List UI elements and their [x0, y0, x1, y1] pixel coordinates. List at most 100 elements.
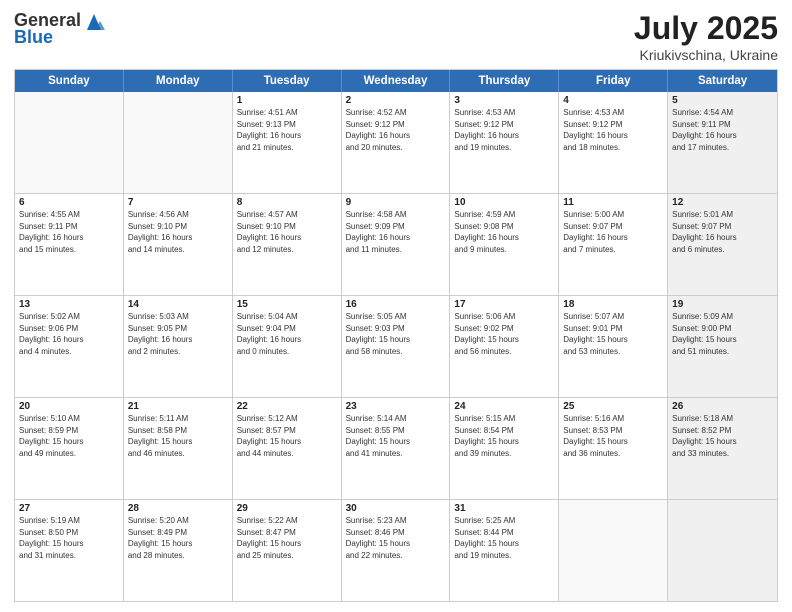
day-number: 26 [672, 401, 773, 412]
calendar-cell: 22Sunrise: 5:12 AM Sunset: 8:57 PM Dayli… [233, 398, 342, 499]
day-number: 19 [672, 299, 773, 310]
day-number: 13 [19, 299, 119, 310]
calendar-header-cell-wednesday: Wednesday [342, 70, 451, 92]
day-info: Sunrise: 4:54 AM Sunset: 9:11 PM Dayligh… [672, 107, 773, 153]
calendar-header-cell-thursday: Thursday [450, 70, 559, 92]
day-info: Sunrise: 5:04 AM Sunset: 9:04 PM Dayligh… [237, 311, 337, 357]
header: General Blue July 2025 Kriukivschina, Uk… [14, 10, 778, 63]
calendar-cell [15, 92, 124, 193]
calendar-cell: 6Sunrise: 4:55 AM Sunset: 9:11 PM Daylig… [15, 194, 124, 295]
day-info: Sunrise: 4:57 AM Sunset: 9:10 PM Dayligh… [237, 209, 337, 255]
day-number: 21 [128, 401, 228, 412]
day-info: Sunrise: 5:06 AM Sunset: 9:02 PM Dayligh… [454, 311, 554, 357]
day-number: 22 [237, 401, 337, 412]
calendar-cell: 9Sunrise: 4:58 AM Sunset: 9:09 PM Daylig… [342, 194, 451, 295]
day-number: 14 [128, 299, 228, 310]
day-number: 27 [19, 503, 119, 514]
day-info: Sunrise: 4:53 AM Sunset: 9:12 PM Dayligh… [563, 107, 663, 153]
logo: General Blue [14, 10, 105, 48]
day-info: Sunrise: 5:23 AM Sunset: 8:46 PM Dayligh… [346, 515, 446, 561]
calendar-cell: 20Sunrise: 5:10 AM Sunset: 8:59 PM Dayli… [15, 398, 124, 499]
calendar-cell [559, 500, 668, 601]
calendar-cell: 18Sunrise: 5:07 AM Sunset: 9:01 PM Dayli… [559, 296, 668, 397]
calendar-row-4: 27Sunrise: 5:19 AM Sunset: 8:50 PM Dayli… [15, 500, 777, 601]
calendar-cell: 19Sunrise: 5:09 AM Sunset: 9:00 PM Dayli… [668, 296, 777, 397]
calendar-cell: 13Sunrise: 5:02 AM Sunset: 9:06 PM Dayli… [15, 296, 124, 397]
day-number: 4 [563, 95, 663, 106]
calendar-cell: 21Sunrise: 5:11 AM Sunset: 8:58 PM Dayli… [124, 398, 233, 499]
calendar-cell: 29Sunrise: 5:22 AM Sunset: 8:47 PM Dayli… [233, 500, 342, 601]
day-info: Sunrise: 5:22 AM Sunset: 8:47 PM Dayligh… [237, 515, 337, 561]
day-info: Sunrise: 4:55 AM Sunset: 9:11 PM Dayligh… [19, 209, 119, 255]
calendar-cell: 27Sunrise: 5:19 AM Sunset: 8:50 PM Dayli… [15, 500, 124, 601]
calendar-cell: 28Sunrise: 5:20 AM Sunset: 8:49 PM Dayli… [124, 500, 233, 601]
day-number: 25 [563, 401, 663, 412]
day-number: 15 [237, 299, 337, 310]
day-number: 30 [346, 503, 446, 514]
calendar-cell: 3Sunrise: 4:53 AM Sunset: 9:12 PM Daylig… [450, 92, 559, 193]
day-number: 23 [346, 401, 446, 412]
day-info: Sunrise: 5:10 AM Sunset: 8:59 PM Dayligh… [19, 413, 119, 459]
day-number: 2 [346, 95, 446, 106]
day-number: 6 [19, 197, 119, 208]
day-number: 20 [19, 401, 119, 412]
calendar-cell: 17Sunrise: 5:06 AM Sunset: 9:02 PM Dayli… [450, 296, 559, 397]
calendar-cell: 2Sunrise: 4:52 AM Sunset: 9:12 PM Daylig… [342, 92, 451, 193]
calendar-cell: 24Sunrise: 5:15 AM Sunset: 8:54 PM Dayli… [450, 398, 559, 499]
calendar-row-2: 13Sunrise: 5:02 AM Sunset: 9:06 PM Dayli… [15, 296, 777, 398]
day-info: Sunrise: 5:19 AM Sunset: 8:50 PM Dayligh… [19, 515, 119, 561]
calendar-cell: 10Sunrise: 4:59 AM Sunset: 9:08 PM Dayli… [450, 194, 559, 295]
day-info: Sunrise: 5:15 AM Sunset: 8:54 PM Dayligh… [454, 413, 554, 459]
calendar-cell: 11Sunrise: 5:00 AM Sunset: 9:07 PM Dayli… [559, 194, 668, 295]
day-number: 17 [454, 299, 554, 310]
day-info: Sunrise: 5:11 AM Sunset: 8:58 PM Dayligh… [128, 413, 228, 459]
day-info: Sunrise: 4:59 AM Sunset: 9:08 PM Dayligh… [454, 209, 554, 255]
day-number: 3 [454, 95, 554, 106]
logo-blue-text: Blue [14, 27, 53, 48]
day-number: 9 [346, 197, 446, 208]
day-info: Sunrise: 4:51 AM Sunset: 9:13 PM Dayligh… [237, 107, 337, 153]
calendar-row-3: 20Sunrise: 5:10 AM Sunset: 8:59 PM Dayli… [15, 398, 777, 500]
day-number: 11 [563, 197, 663, 208]
calendar-header-cell-friday: Friday [559, 70, 668, 92]
calendar-cell: 26Sunrise: 5:18 AM Sunset: 8:52 PM Dayli… [668, 398, 777, 499]
day-number: 18 [563, 299, 663, 310]
day-info: Sunrise: 5:20 AM Sunset: 8:49 PM Dayligh… [128, 515, 228, 561]
day-info: Sunrise: 5:25 AM Sunset: 8:44 PM Dayligh… [454, 515, 554, 561]
calendar-header-cell-monday: Monday [124, 70, 233, 92]
day-number: 29 [237, 503, 337, 514]
calendar-header: SundayMondayTuesdayWednesdayThursdayFrid… [15, 70, 777, 92]
calendar-row-1: 6Sunrise: 4:55 AM Sunset: 9:11 PM Daylig… [15, 194, 777, 296]
day-number: 12 [672, 197, 773, 208]
calendar-cell: 30Sunrise: 5:23 AM Sunset: 8:46 PM Dayli… [342, 500, 451, 601]
calendar-cell: 7Sunrise: 4:56 AM Sunset: 9:10 PM Daylig… [124, 194, 233, 295]
day-info: Sunrise: 5:07 AM Sunset: 9:01 PM Dayligh… [563, 311, 663, 357]
calendar-cell: 5Sunrise: 4:54 AM Sunset: 9:11 PM Daylig… [668, 92, 777, 193]
day-info: Sunrise: 4:53 AM Sunset: 9:12 PM Dayligh… [454, 107, 554, 153]
day-info: Sunrise: 5:09 AM Sunset: 9:00 PM Dayligh… [672, 311, 773, 357]
calendar-cell: 4Sunrise: 4:53 AM Sunset: 9:12 PM Daylig… [559, 92, 668, 193]
day-info: Sunrise: 5:03 AM Sunset: 9:05 PM Dayligh… [128, 311, 228, 357]
day-number: 16 [346, 299, 446, 310]
calendar: SundayMondayTuesdayWednesdayThursdayFrid… [14, 69, 778, 602]
calendar-cell: 8Sunrise: 4:57 AM Sunset: 9:10 PM Daylig… [233, 194, 342, 295]
day-info: Sunrise: 5:12 AM Sunset: 8:57 PM Dayligh… [237, 413, 337, 459]
page: General Blue July 2025 Kriukivschina, Uk… [0, 0, 792, 612]
title-block: July 2025 Kriukivschina, Ukraine [634, 10, 778, 63]
logo-triangle-icon [83, 12, 105, 30]
day-info: Sunrise: 5:02 AM Sunset: 9:06 PM Dayligh… [19, 311, 119, 357]
calendar-cell: 14Sunrise: 5:03 AM Sunset: 9:05 PM Dayli… [124, 296, 233, 397]
day-number: 7 [128, 197, 228, 208]
day-info: Sunrise: 5:05 AM Sunset: 9:03 PM Dayligh… [346, 311, 446, 357]
calendar-row-0: 1Sunrise: 4:51 AM Sunset: 9:13 PM Daylig… [15, 92, 777, 194]
day-number: 28 [128, 503, 228, 514]
day-number: 31 [454, 503, 554, 514]
calendar-cell: 31Sunrise: 5:25 AM Sunset: 8:44 PM Dayli… [450, 500, 559, 601]
calendar-cell: 15Sunrise: 5:04 AM Sunset: 9:04 PM Dayli… [233, 296, 342, 397]
calendar-header-cell-tuesday: Tuesday [233, 70, 342, 92]
day-info: Sunrise: 4:56 AM Sunset: 9:10 PM Dayligh… [128, 209, 228, 255]
page-title: July 2025 [634, 10, 778, 47]
calendar-header-cell-saturday: Saturday [668, 70, 777, 92]
day-info: Sunrise: 5:16 AM Sunset: 8:53 PM Dayligh… [563, 413, 663, 459]
day-number: 10 [454, 197, 554, 208]
